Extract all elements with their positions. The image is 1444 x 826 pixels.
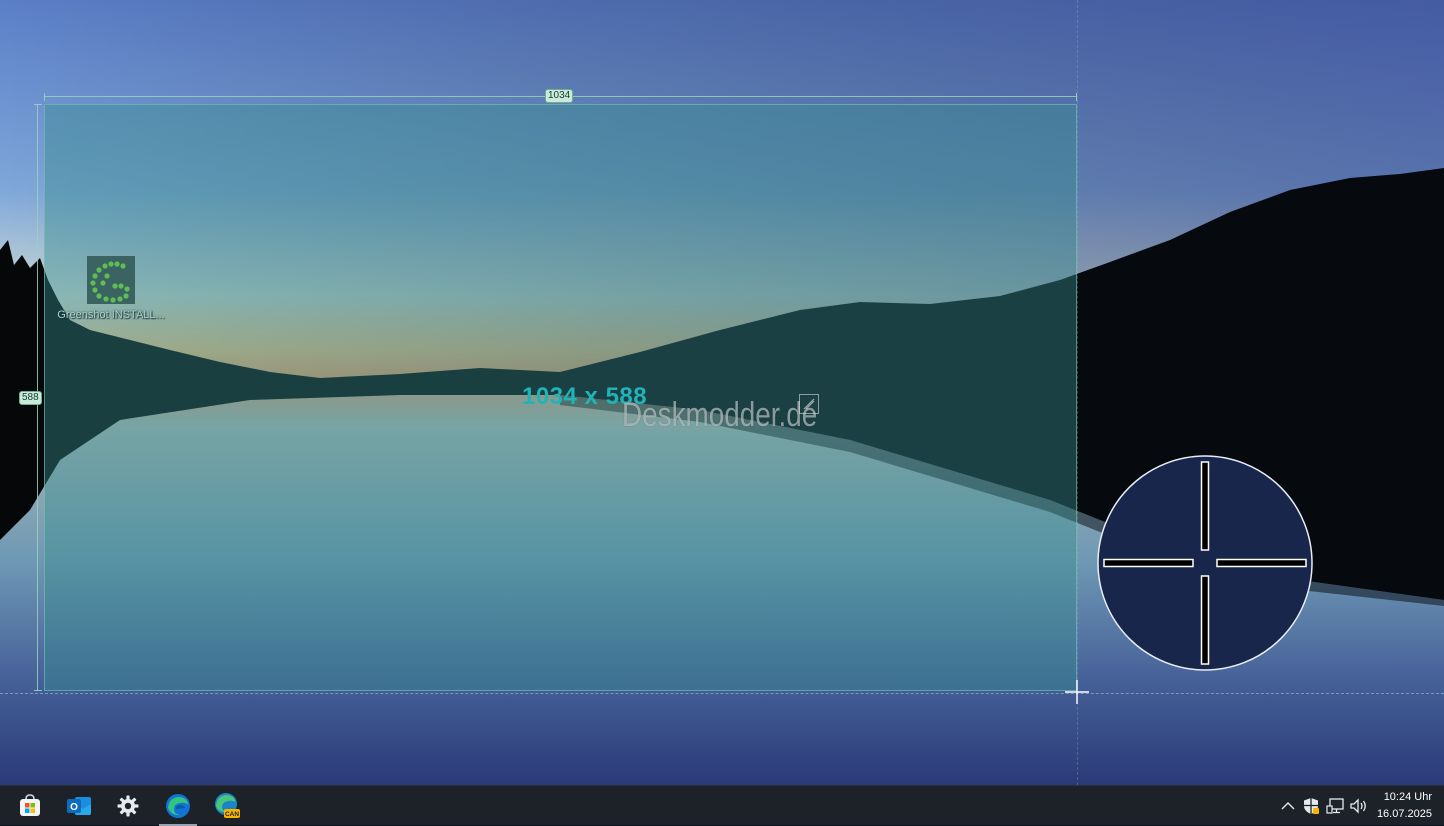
taskbar-app-settings[interactable] (108, 786, 148, 826)
gear-icon (117, 795, 139, 817)
width-badge: 1034 (545, 89, 574, 103)
edge-canary-icon: CAN (215, 793, 240, 818)
volume-speaker-icon[interactable] (1349, 796, 1369, 816)
network-icon[interactable] (1325, 796, 1345, 816)
watermark-logo-icon (799, 394, 819, 414)
edge-icon (166, 794, 190, 818)
svg-text:CAN: CAN (225, 811, 239, 818)
clock-date: 16.07.2025 (1376, 808, 1432, 820)
store-icon (20, 794, 40, 816)
crosshair-guide-horizontal (0, 693, 1444, 694)
system-clock[interactable]: 10:24 Uhr 16.07.2025 (1377, 789, 1432, 823)
outlook-icon: O (67, 797, 91, 815)
magnifier-loupe (1097, 455, 1313, 676)
taskbar-app-outlook[interactable]: O (59, 786, 99, 826)
taskbar: O CAN 10:24 Uhr 16.07.2025 (0, 785, 1444, 826)
height-badge: 588 (19, 391, 42, 405)
show-hidden-icons-chevron-icon[interactable] (1278, 796, 1298, 816)
crosshair-cursor-icon (1065, 680, 1089, 709)
taskbar-app-store[interactable] (10, 786, 50, 826)
svg-text:O: O (70, 802, 78, 813)
crosshair-guide-vertical (1077, 0, 1078, 785)
taskbar-app-edge-canary[interactable]: CAN (207, 786, 247, 826)
security-shield-icon[interactable] (1301, 796, 1321, 816)
watermark-text: Deskmodder.de (622, 396, 818, 434)
clock-time: 10:24 Uhr (1383, 791, 1432, 803)
taskbar-app-edge[interactable] (158, 786, 198, 826)
